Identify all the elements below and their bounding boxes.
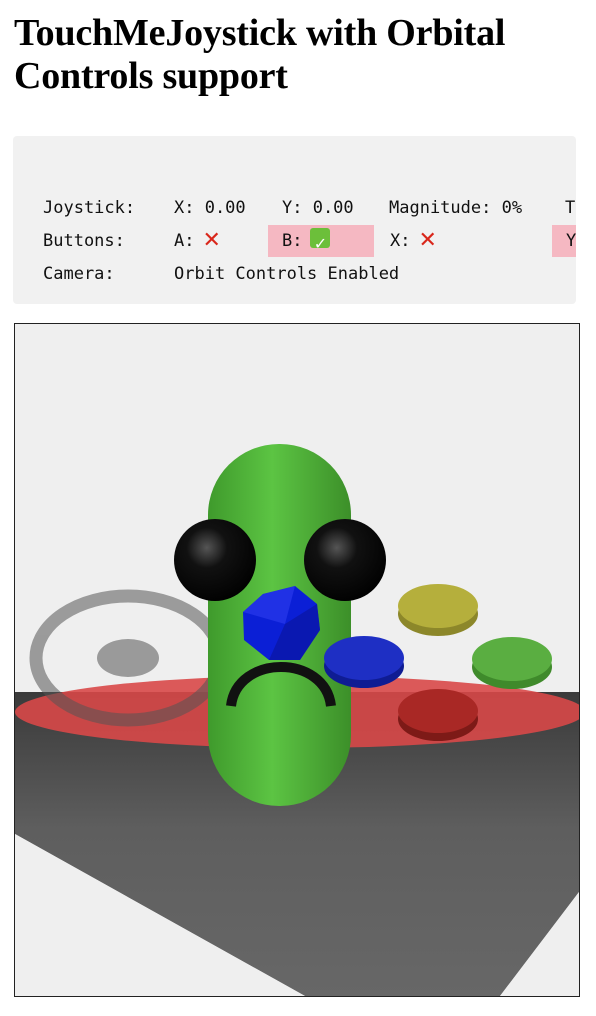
button-a-status: A: ✕: [160, 225, 264, 257]
button-y-label: Y:: [566, 231, 576, 251]
cross-mark-icon: ✕: [202, 228, 221, 253]
left-eye: [174, 519, 256, 601]
button-b-status: B: ✓: [268, 225, 374, 257]
red-game-button: [398, 689, 478, 741]
joystick-row: Joystick: X: 0.00 Y: 0.00 Magnitude: 0% …: [13, 192, 576, 224]
camera-row: Camera: Orbit Controls Enabled: [13, 258, 576, 290]
status-panel: Joystick: X: 0.00 Y: 0.00 Magnitude: 0% …: [13, 136, 576, 304]
joystick-touch-label: Tou: [565, 198, 576, 218]
button-x-label: X:: [390, 231, 411, 251]
scene-render: [15, 444, 579, 996]
button-b-label: B:: [282, 231, 303, 251]
button-x-status: X: ✕: [376, 225, 480, 257]
button-a-label: A:: [174, 231, 195, 251]
joystick-label: Joystick:: [43, 198, 136, 218]
buttons-row: Buttons: A: ✕ B: ✓ X: ✕ Y:: [13, 225, 576, 257]
yellow-game-button: [398, 584, 478, 636]
cross-mark-icon: ✕: [418, 228, 437, 253]
right-eye: [304, 519, 386, 601]
joystick-y-value: Y: 0.00: [282, 198, 354, 218]
joystick-x-value: X: 0.00: [174, 198, 246, 218]
joystick-magnitude-value: Magnitude: 0%: [389, 198, 523, 218]
button-y-status: Y:: [552, 225, 576, 257]
check-mark-icon: ✓: [310, 228, 331, 253]
camera-value: Orbit Controls Enabled: [174, 264, 400, 284]
page-title: TouchMeJoystick with Orbital Controls su…: [14, 12, 506, 97]
green-game-button: [472, 637, 552, 689]
buttons-label: Buttons:: [43, 231, 125, 251]
blue-game-button: [324, 636, 404, 688]
camera-label: Camera:: [43, 264, 115, 284]
3d-scene-canvas[interactable]: [14, 323, 580, 997]
